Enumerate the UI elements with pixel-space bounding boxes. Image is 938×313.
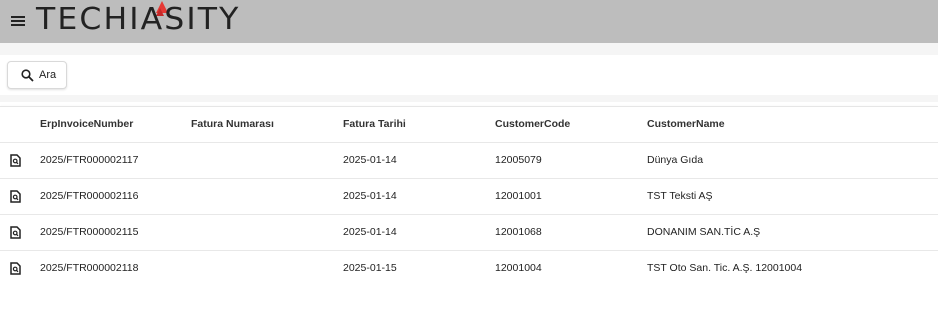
column-header-customer-name[interactable]: CustomerName [647, 107, 725, 142]
invoice-table: ErpInvoiceNumber Fatura Numarası Fatura … [0, 106, 938, 287]
table-row[interactable]: 2025/FTR000002115 2025-01-14 12001068 DO… [0, 215, 938, 251]
customer-name: Dünya Gıda [647, 154, 704, 166]
document-search-icon[interactable] [10, 226, 21, 239]
column-header-fatura-numarasi[interactable]: Fatura Numarası [191, 107, 274, 142]
document-search-icon[interactable] [10, 190, 21, 203]
search-icon [21, 69, 34, 82]
column-header-fatura-tarihi[interactable]: Fatura Tarihi [343, 107, 406, 142]
toolbar [0, 55, 938, 95]
top-app-bar: TECHIASITY [0, 0, 938, 43]
customer-code: 12001004 [495, 262, 542, 274]
customer-name: DONANIM SAN.TİC A.Ş [647, 226, 761, 238]
document-search-icon[interactable] [10, 154, 21, 167]
brand-logo[interactable]: TECHIASITY [36, 0, 276, 37]
erp-invoice-number: 2025/FTR000002117 [40, 154, 139, 166]
fatura-tarihi: 2025-01-14 [343, 190, 397, 202]
search-button-label: Ara [39, 69, 57, 81]
fatura-tarihi: 2025-01-14 [343, 154, 397, 166]
table-row[interactable]: 2025/FTR000002117 2025-01-14 12005079 Dü… [0, 143, 938, 179]
fatura-tarihi: 2025-01-15 [343, 262, 397, 274]
hamburger-menu-icon[interactable] [11, 14, 27, 28]
customer-code: 12001068 [495, 226, 542, 238]
customer-code: 12005079 [495, 154, 542, 166]
customer-code: 12001001 [495, 190, 542, 202]
table-row[interactable]: 2025/FTR000002118 2025-01-15 12001004 TS… [0, 251, 938, 287]
search-button[interactable]: Ara [7, 61, 67, 89]
erp-invoice-number: 2025/FTR000002116 [40, 190, 139, 202]
fatura-tarihi: 2025-01-14 [343, 226, 397, 238]
customer-name: TST Teksti AŞ [647, 190, 713, 202]
column-header-customer-code[interactable]: CustomerCode [495, 107, 570, 142]
page-footer-space [0, 286, 938, 313]
document-search-icon[interactable] [10, 262, 21, 275]
toolbar-area [0, 43, 938, 102]
erp-invoice-number: 2025/FTR000002118 [40, 262, 139, 274]
column-header-erp-invoice-number[interactable]: ErpInvoiceNumber [40, 107, 133, 142]
brand-name: TECHIASITY [36, 2, 241, 37]
table-row[interactable]: 2025/FTR000002116 2025-01-14 12001001 TS… [0, 179, 938, 215]
customer-name: TST Oto San. Tic. A.Ş. 12001004 [647, 262, 803, 274]
table-header-row: ErpInvoiceNumber Fatura Numarası Fatura … [0, 107, 938, 143]
erp-invoice-number: 2025/FTR000002115 [40, 226, 139, 238]
